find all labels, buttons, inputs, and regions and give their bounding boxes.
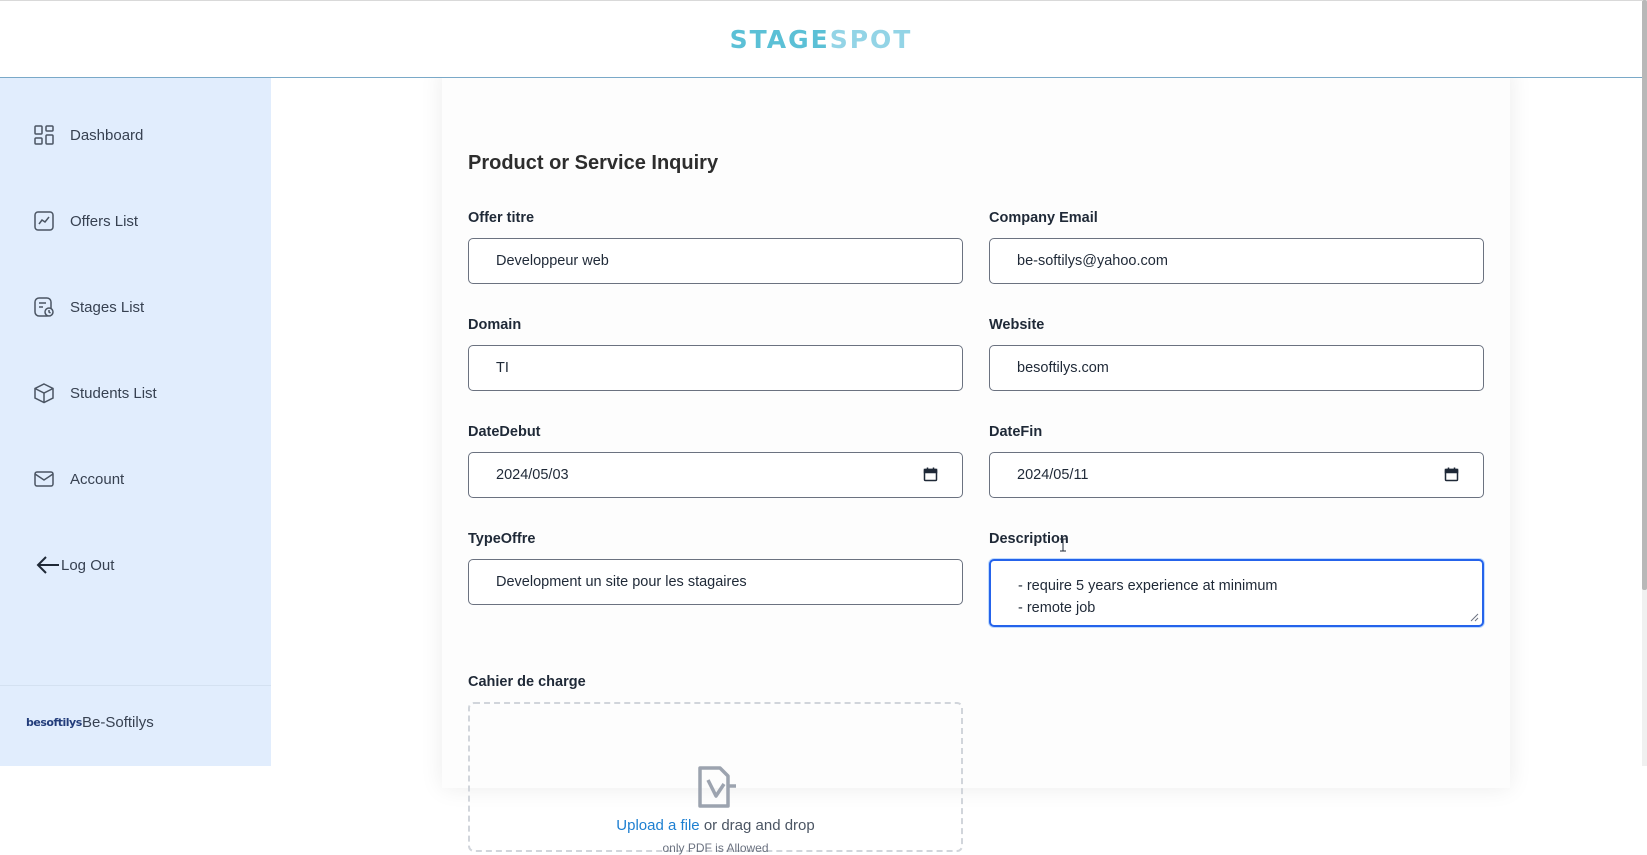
logout-button[interactable]: Log Out [35, 554, 114, 576]
date-debut-input[interactable]: 2024/05/03 [468, 452, 963, 498]
sidebar-item-account[interactable]: Account [33, 468, 124, 490]
upload-hint: only PDF is Allowed [662, 841, 769, 855]
company-profile[interactable]: besoftilys Be-Softilys [26, 710, 154, 734]
website-input[interactable]: besoftilys.com [989, 345, 1484, 391]
top-bar: STAGESPOT [0, 0, 1642, 78]
sidebar-item-label: Students List [70, 384, 157, 402]
description-line-2: - remote job [1018, 600, 1096, 616]
cahier-de-charge-label: Cahier de charge [468, 674, 586, 690]
main-content: Product or Service Inquiry Offer titre D… [271, 68, 1642, 855]
website-value: besoftilys.com [1017, 360, 1109, 376]
upload-instructions: Upload a file or drag and drop [470, 817, 961, 834]
resize-handle-icon[interactable] [1469, 612, 1479, 622]
text-cursor-icon [1060, 538, 1066, 552]
calendar-icon[interactable] [1444, 467, 1459, 482]
sidebar-item-label: Dashboard [70, 126, 144, 144]
box-icon [34, 383, 54, 404]
calendar-icon[interactable] [923, 467, 938, 482]
sidebar-item-label: Account [70, 470, 125, 488]
offer-titre-label: Offer titre [468, 210, 535, 226]
arrow-left-icon [36, 556, 59, 574]
sidebar-item-stages-list[interactable]: Stages List [33, 296, 144, 318]
date-fin-label: DateFin [989, 424, 1043, 440]
date-debut-label: DateDebut [468, 424, 541, 440]
page-scrollbar[interactable] [1642, 0, 1647, 766]
domain-label: Domain [468, 317, 522, 333]
offer-titre-input[interactable]: Developpeur web [468, 238, 963, 284]
website-label: Website [989, 317, 1045, 333]
offer-titre-value: Developpeur web [496, 253, 609, 269]
domain-input[interactable]: TI [468, 345, 963, 391]
company-email-value: be-softilys@yahoo.com [1017, 253, 1168, 269]
scrollbar-thumb[interactable] [1642, 0, 1647, 590]
company-email-label: Company Email [989, 210, 1098, 226]
description-label: Description [989, 531, 1069, 547]
date-debut-value: 2024/05/03 [496, 467, 569, 483]
company-logo: besoftilys [26, 715, 82, 729]
type-offre-input[interactable]: Development un site pour les stagaires [468, 559, 963, 605]
file-upload-icon [698, 766, 736, 808]
mail-icon [34, 471, 54, 487]
upload-file-link[interactable]: Upload a file [616, 817, 699, 834]
form-card: Product or Service Inquiry Offer titre D… [442, 68, 1510, 855]
sidebar: Dashboard Offers List Stages List Studen… [0, 78, 271, 766]
dashboard-icon [34, 125, 54, 145]
type-offre-label: TypeOffre [468, 531, 536, 547]
type-offre-value: Development un site pour les stagaires [496, 574, 747, 590]
file-dropzone[interactable]: Upload a file or drag and drop only PDF … [468, 702, 963, 855]
app-logo[interactable]: STAGESPOT [730, 25, 913, 54]
date-fin-input[interactable]: 2024/05/11 [989, 452, 1484, 498]
upload-rest-text: or drag and drop [699, 817, 815, 834]
description-textarea[interactable]: - require 5 years experience at minimum … [989, 559, 1484, 627]
sidebar-item-dashboard[interactable]: Dashboard [33, 124, 143, 146]
description-line-1: - require 5 years experience at minimum [1018, 578, 1278, 594]
chart-line-icon [34, 211, 54, 231]
date-fin-value: 2024/05/11 [1017, 467, 1089, 483]
logo-part-1: STAGE [729, 24, 830, 54]
logout-label: Log Out [61, 556, 115, 574]
sidebar-item-students-list[interactable]: Students List [33, 382, 157, 404]
form-title: Product or Service Inquiry [468, 152, 719, 174]
domain-value: TI [496, 360, 509, 376]
sidebar-divider [0, 685, 271, 686]
logo-part-2: SPOT [829, 24, 913, 54]
sidebar-item-offers-list[interactable]: Offers List [33, 210, 138, 232]
company-name: Be-Softilys [82, 713, 154, 731]
company-email-input[interactable]: be-softilys@yahoo.com [989, 238, 1484, 284]
file-clock-icon [34, 297, 54, 317]
sidebar-item-label: Stages List [70, 298, 145, 316]
sidebar-item-label: Offers List [70, 212, 139, 230]
